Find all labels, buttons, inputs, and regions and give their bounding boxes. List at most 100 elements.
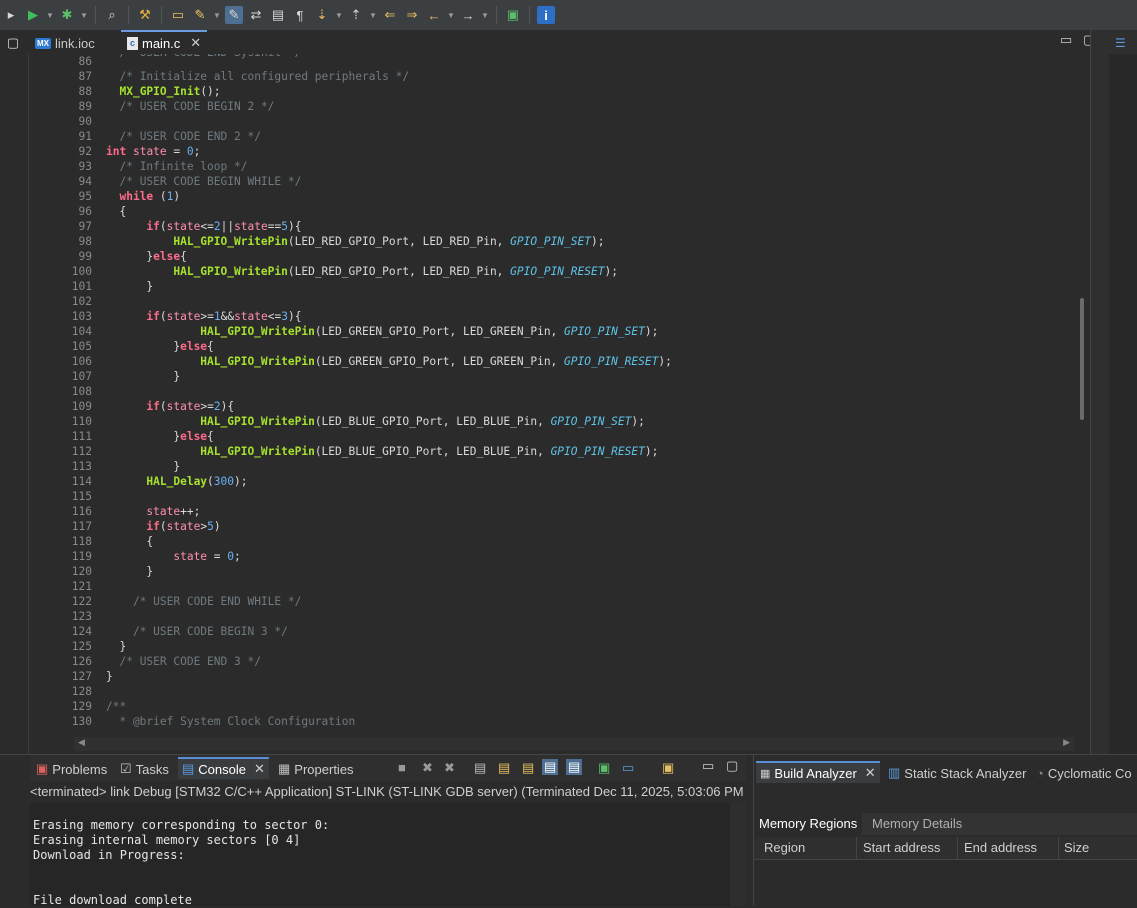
outline-icon[interactable]: ☰ — [1115, 36, 1126, 50]
scroll-left-icon[interactable]: ◀ — [78, 737, 85, 748]
forward-icon[interactable]: → — [459, 6, 477, 24]
minimize-editor-icon[interactable]: ▭ — [1060, 32, 1072, 48]
toggle-icon[interactable]: ⇄ — [247, 6, 265, 24]
tab-tasks[interactable]: ☑ Tasks — [120, 759, 169, 779]
code-line[interactable] — [106, 579, 1075, 594]
tab-console[interactable]: ▤ Console ✕ — [178, 757, 269, 779]
code-content[interactable]: /* USER CODE END SysInit */ /* Initializ… — [106, 54, 1075, 729]
search-icon[interactable]: ⌕ — [103, 6, 121, 24]
debug-icon[interactable]: ✱ — [58, 6, 76, 24]
minimize-panel-icon[interactable]: ▭ — [702, 758, 714, 774]
code-line[interactable]: if(state>=2){ — [106, 399, 1075, 414]
code-line[interactable]: } — [106, 564, 1075, 579]
prev-annotation-dropdown-icon[interactable]: ▼ — [369, 6, 377, 24]
scroll-thumb[interactable] — [1080, 298, 1084, 420]
pen-icon[interactable]: ✎ — [191, 6, 209, 24]
display-console-icon[interactable]: ▭ — [622, 760, 634, 776]
code-line[interactable]: /* Infinite loop */ — [106, 159, 1075, 174]
remove-launch-icon[interactable]: ✖ — [422, 760, 433, 776]
scroll-lock-icon[interactable]: ▤ — [498, 760, 510, 776]
column-size[interactable]: Size — [1059, 837, 1137, 859]
clear-console-icon[interactable]: ▤ — [474, 760, 486, 776]
code-line[interactable]: }else{ — [106, 249, 1075, 264]
tab-memory-regions[interactable]: Memory Regions — [754, 813, 863, 835]
open-folder-icon[interactable]: ▭ — [169, 6, 187, 24]
code-line[interactable]: /* USER CODE BEGIN 3 */ — [106, 624, 1075, 639]
code-line[interactable]: }else{ — [106, 339, 1075, 354]
code-line[interactable]: /* USER CODE END 3 */ — [106, 654, 1075, 669]
code-line[interactable]: } — [106, 369, 1075, 384]
code-line[interactable]: if(state>5) — [106, 519, 1075, 534]
back-dropdown-icon[interactable]: ▼ — [447, 6, 455, 24]
build-icon[interactable]: ⚒ — [136, 6, 154, 24]
code-line[interactable]: /* USER CODE END WHILE */ — [106, 594, 1075, 609]
code-line[interactable] — [106, 489, 1075, 504]
code-line[interactable]: if(state>=1&&state<=3){ — [106, 309, 1075, 324]
tab-build-analyzer[interactable]: ▦ Build Analyzer ✕ — [756, 761, 880, 783]
code-line[interactable]: /* USER CODE BEGIN 2 */ — [106, 99, 1075, 114]
code-line[interactable]: } — [106, 279, 1075, 294]
code-line[interactable] — [106, 114, 1075, 129]
show-on-error-icon[interactable]: ▤ — [566, 759, 583, 775]
code-line[interactable]: } — [106, 459, 1075, 474]
next-annotation-dropdown-icon[interactable]: ▼ — [335, 6, 343, 24]
code-line[interactable]: /* USER CODE END 2 */ — [106, 129, 1075, 144]
code-line[interactable]: HAL_GPIO_WritePin(LED_GREEN_GPIO_Port, L… — [106, 324, 1075, 339]
tab-main-c[interactable]: c main.c ✕ — [121, 30, 208, 54]
editor-horizontal-scrollbar[interactable]: ◀ ▶ — [74, 737, 1074, 751]
nav-arrow-icon[interactable]: ▸ — [2, 6, 20, 24]
pen-dropdown-icon[interactable]: ▼ — [213, 6, 221, 24]
code-line[interactable] — [106, 609, 1075, 624]
tab-static-stack-analyzer[interactable]: ▥ Static Stack Analyzer — [888, 763, 1026, 783]
new-window-icon[interactable]: ▣ — [504, 6, 522, 24]
console-output[interactable]: Erasing memory corresponding to sector 0… — [30, 803, 730, 907]
maximize-panel-icon[interactable]: ▢ — [726, 758, 738, 774]
code-line[interactable]: HAL_GPIO_WritePin(LED_RED_GPIO_Port, LED… — [106, 264, 1075, 279]
remove-all-icon[interactable]: ✖ — [444, 760, 455, 776]
code-editor[interactable]: 86 87 88 89 90 91 92 93 94 95 96 97 98 99 100 101 102 103… — [30, 54, 1075, 737]
close-icon[interactable]: ✕ — [865, 765, 876, 781]
code-line[interactable]: { — [106, 534, 1075, 549]
pin-console-icon[interactable]: ▣ — [598, 760, 610, 776]
prev-annotation-icon[interactable]: ⇡ — [347, 6, 365, 24]
column-start-address[interactable]: Start address — [858, 837, 958, 859]
stop-icon[interactable]: ■ — [398, 760, 406, 775]
tab-problems[interactable]: ▣ Problems — [36, 759, 107, 779]
minimize-icon[interactable]: ▢ — [4, 34, 22, 52]
tab-link-ioc[interactable]: MX link.ioc — [35, 32, 95, 54]
column-end-address[interactable]: End address — [959, 837, 1059, 859]
code-line[interactable]: MX_GPIO_Init(); — [106, 84, 1075, 99]
code-line[interactable]: /* USER CODE END SysInit */ — [106, 54, 1075, 69]
show-on-output-icon[interactable]: ▤ — [542, 759, 559, 775]
code-line[interactable]: int state = 0; — [106, 144, 1075, 159]
code-line[interactable]: * @brief System Clock Configuration — [106, 714, 1075, 729]
code-line[interactable]: while (1) — [106, 189, 1075, 204]
open-console-icon[interactable]: ▣ — [662, 760, 674, 776]
code-line[interactable]: /* Initialize all configured peripherals… — [106, 69, 1075, 84]
code-line[interactable] — [106, 294, 1075, 309]
run-icon[interactable]: ▶ — [24, 6, 42, 24]
tab-properties[interactable]: ▦ Properties — [278, 759, 354, 779]
code-line[interactable]: HAL_GPIO_WritePin(LED_RED_GPIO_Port, LED… — [106, 234, 1075, 249]
code-line[interactable]: /** — [106, 699, 1075, 714]
code-line[interactable]: HAL_GPIO_WritePin(LED_GREEN_GPIO_Port, L… — [106, 354, 1075, 369]
code-line[interactable]: state = 0; — [106, 549, 1075, 564]
mark-occurrences-icon[interactable]: ✎ — [225, 6, 243, 24]
word-wrap-icon[interactable]: ▤ — [522, 760, 534, 776]
code-line[interactable]: }else{ — [106, 429, 1075, 444]
last-edit-icon[interactable]: ⇐ — [381, 6, 399, 24]
code-line[interactable] — [106, 384, 1075, 399]
console-scrollbar[interactable] — [730, 803, 746, 906]
debug-dropdown-icon[interactable]: ▼ — [80, 6, 88, 24]
back-icon[interactable]: ← — [425, 6, 443, 24]
code-line[interactable]: HAL_GPIO_WritePin(LED_BLUE_GPIO_Port, LE… — [106, 444, 1075, 459]
info-icon[interactable]: i — [537, 6, 555, 24]
code-line[interactable]: /* USER CODE BEGIN WHILE */ — [106, 174, 1075, 189]
close-icon[interactable]: ✕ — [254, 761, 265, 777]
code-line[interactable]: { — [106, 204, 1075, 219]
code-line[interactable] — [106, 684, 1075, 699]
code-line[interactable]: HAL_Delay(300); — [106, 474, 1075, 489]
scroll-right-icon[interactable]: ▶ — [1063, 737, 1070, 748]
code-line[interactable]: } — [106, 669, 1075, 684]
editor-vertical-scrollbar[interactable] — [1075, 54, 1089, 737]
